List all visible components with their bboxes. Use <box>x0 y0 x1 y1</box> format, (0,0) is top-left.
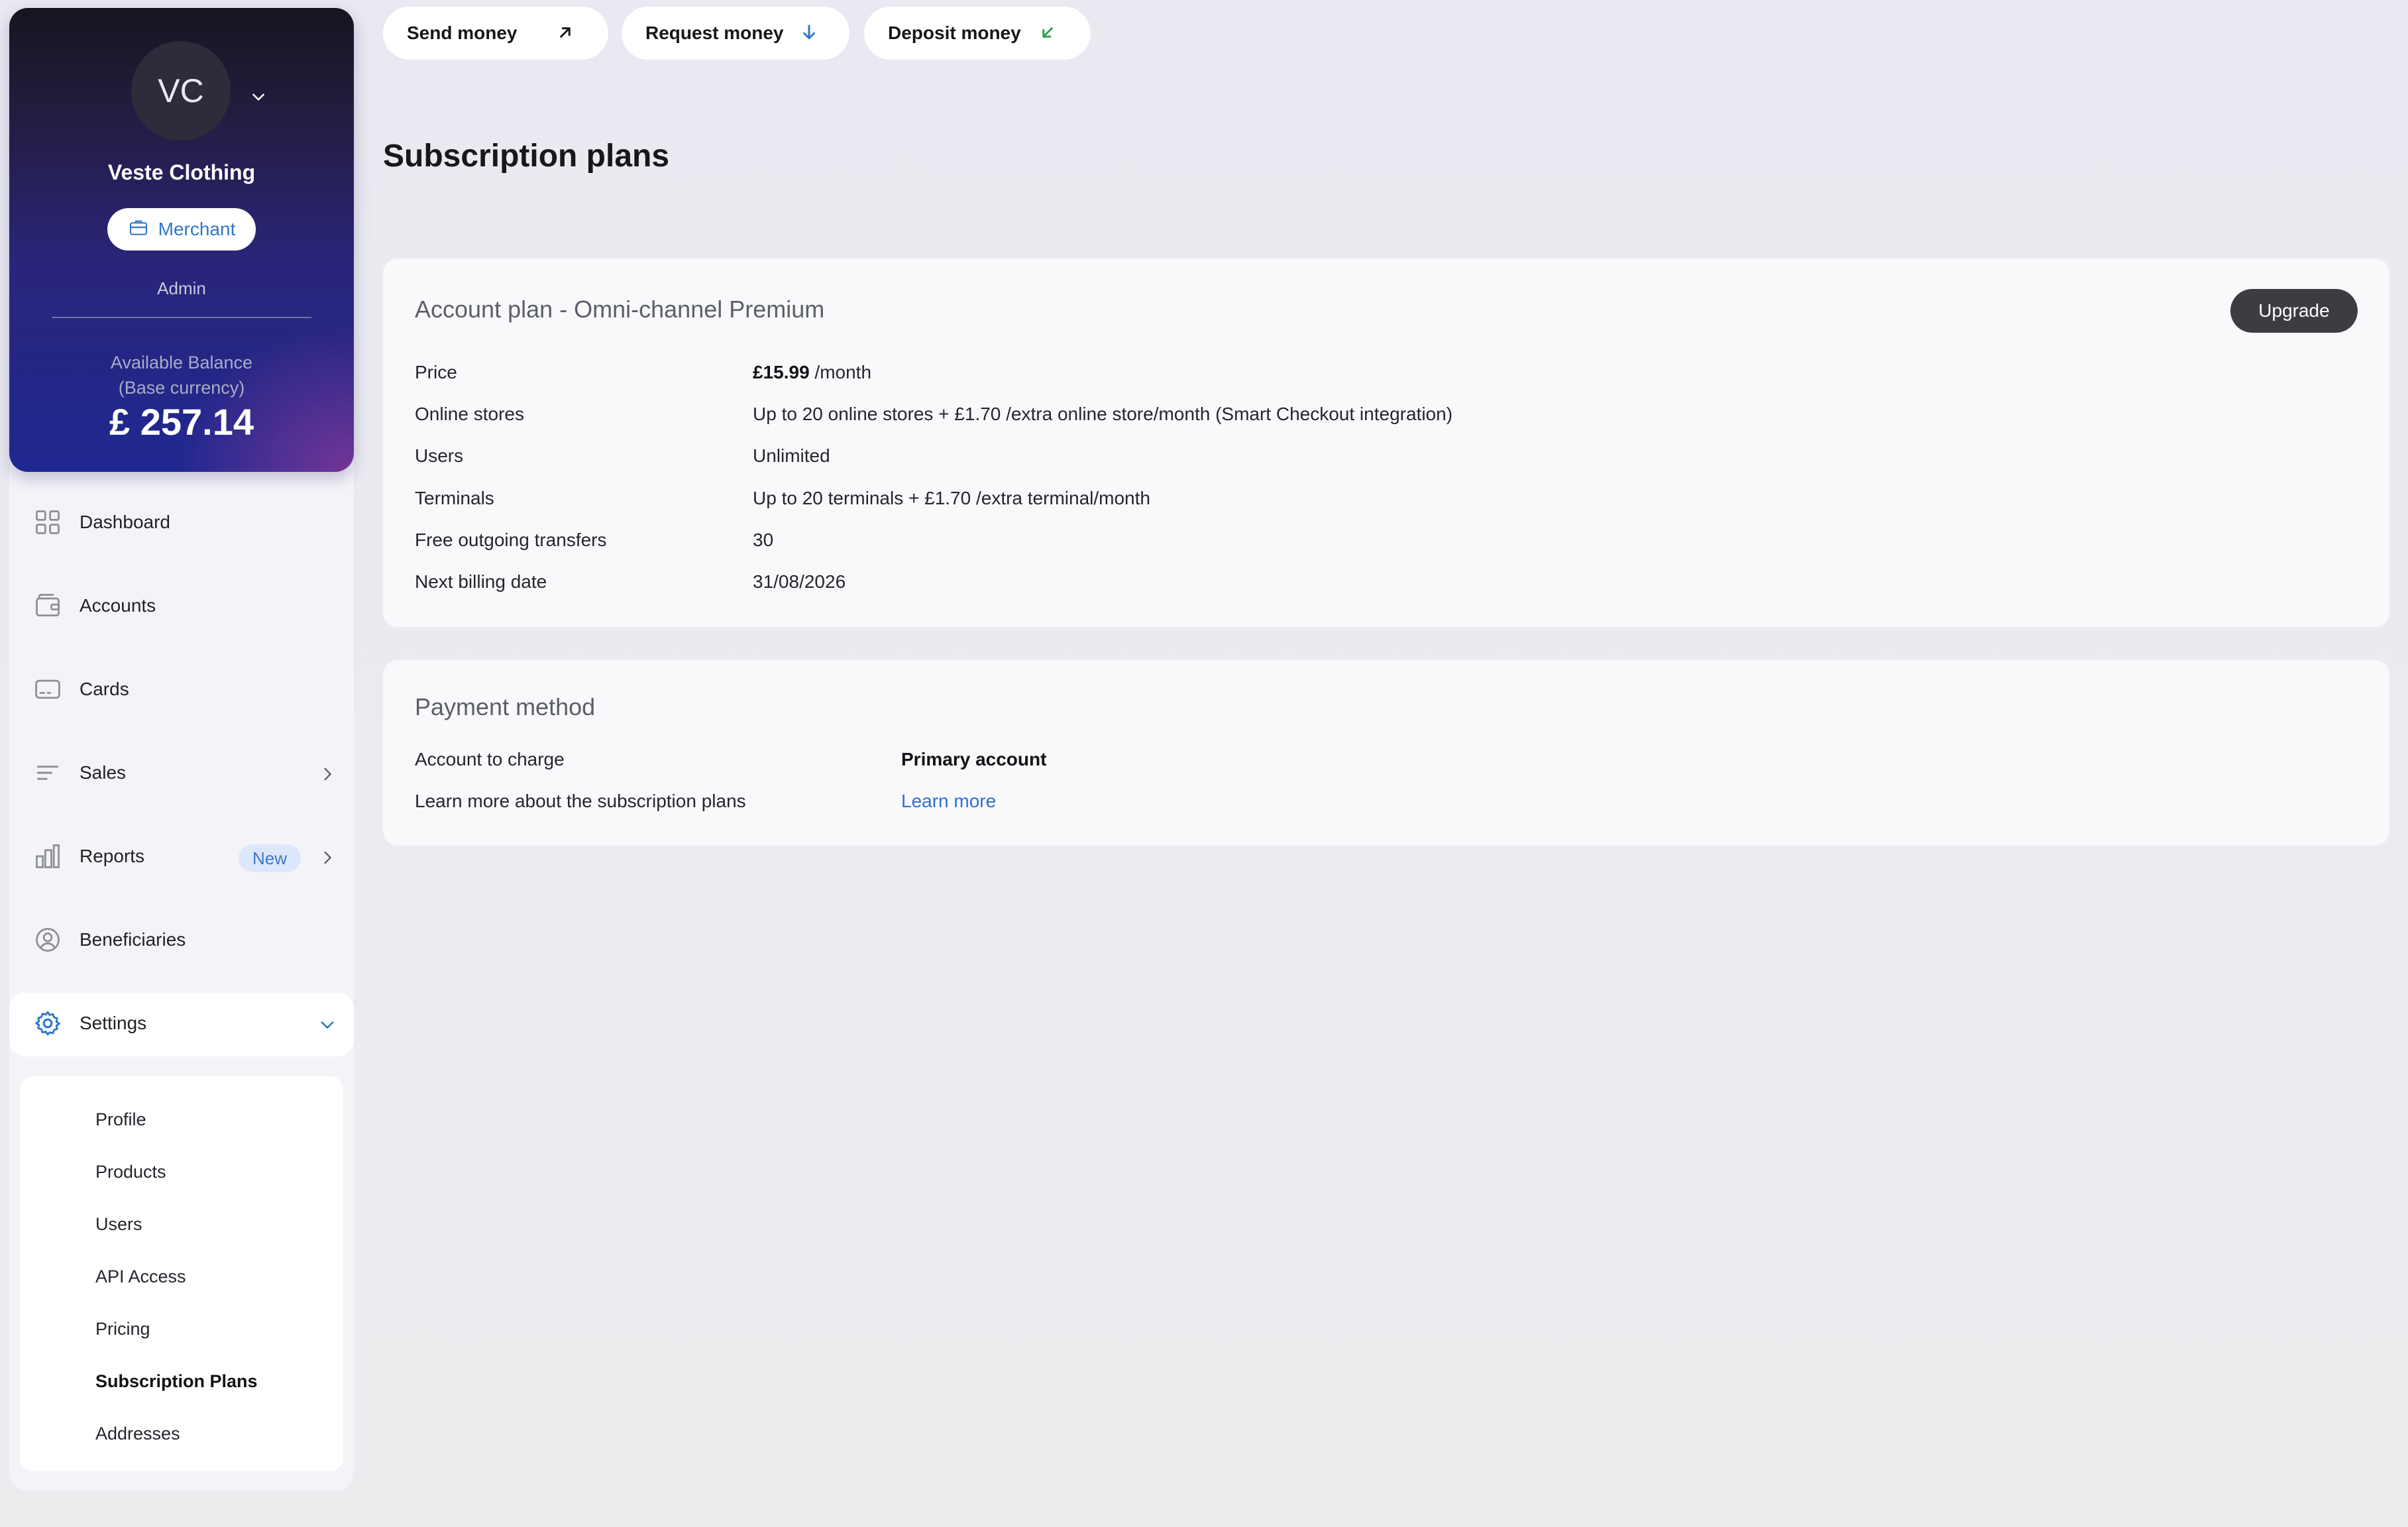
balance-amount: £ 257.14 <box>109 401 254 443</box>
sidebar-item-sales[interactable]: Sales <box>9 742 354 806</box>
sidebar-item-label: Cards <box>80 679 129 699</box>
wallet-icon <box>33 591 65 623</box>
upgrade-button[interactable]: Upgrade <box>2230 289 2358 333</box>
payment-row-label: Learn more about the subscription plans <box>415 791 746 811</box>
chevron-down-icon <box>318 1015 337 1034</box>
plan-row-value: Unlimited <box>753 445 830 466</box>
arrow-up-right-icon <box>555 23 576 44</box>
submenu-item-users[interactable]: Users <box>95 1214 142 1235</box>
sidebar-item-label: Accounts <box>80 595 156 616</box>
balance-label-line1: Available Balance <box>110 353 253 372</box>
submenu-item-profile[interactable]: Profile <box>95 1109 146 1130</box>
sidebar-item-dashboard[interactable]: Dashboard <box>9 492 354 555</box>
submenu-item-addresses[interactable]: Addresses <box>95 1424 180 1444</box>
plan-row-value: 31/08/2026 <box>753 571 846 592</box>
send-money-label: Send money <box>407 23 518 43</box>
deposit-money-button[interactable]: Deposit money <box>864 7 1091 60</box>
app-root: VC Veste Clothing Merchant Admin Availab… <box>0 0 2408 1527</box>
submenu-item-api-access[interactable]: API Access <box>95 1267 186 1287</box>
sidebar-item-label: Beneficiaries <box>80 929 186 950</box>
sidebar-item-label: Settings <box>80 1013 147 1033</box>
divider <box>52 317 311 318</box>
merchant-badge[interactable]: Merchant <box>107 208 256 251</box>
sidebar-item-label: Sales <box>80 762 127 783</box>
bar-chart-icon <box>33 842 65 874</box>
payment-method-panel: Payment method Account to charge Primary… <box>383 660 2389 846</box>
plan-row-label: Next billing date <box>415 571 547 592</box>
lines-icon <box>33 758 65 790</box>
send-money-button[interactable]: Send money <box>383 7 608 60</box>
balance-label-line2: (Base currency) <box>118 378 245 398</box>
payment-row-label: Account to charge <box>415 749 565 769</box>
account-plan-panel: Account plan - Omni-channel Premium Upgr… <box>383 258 2389 627</box>
avatar[interactable]: VC <box>131 41 231 141</box>
card-icon <box>33 675 65 707</box>
chevron-right-icon <box>318 765 337 783</box>
submenu-item-pricing[interactable]: Pricing <box>95 1319 150 1339</box>
sidebar-item-cards[interactable]: Cards <box>9 659 354 722</box>
plan-row-label: Users <box>415 445 464 466</box>
user-circle-icon <box>33 925 65 957</box>
arrow-down-icon <box>799 23 820 44</box>
account-to-charge-value: Primary account <box>901 749 1047 769</box>
plan-row-label: Online stores <box>415 404 524 424</box>
sidebar-item-settings[interactable]: Settings <box>9 993 354 1056</box>
chevron-down-icon[interactable] <box>246 85 270 109</box>
gear-icon <box>33 1009 65 1041</box>
balance-label: Available Balance (Base currency) <box>9 350 354 400</box>
deposit-money-label: Deposit money <box>888 23 1021 43</box>
arrow-down-left-icon <box>1038 23 1059 44</box>
merchant-label: Merchant <box>158 219 236 239</box>
plan-row-value: £15.99 /month <box>753 362 871 383</box>
plan-row-value: 30 <box>753 530 774 550</box>
sidebar: VC Veste Clothing Merchant Admin Availab… <box>9 8 354 1491</box>
submenu-item-subscription-plans[interactable]: Subscription Plans <box>95 1371 258 1392</box>
payment-row-value: Primary account <box>901 749 1046 770</box>
profile-card: VC Veste Clothing Merchant Admin Availab… <box>9 8 354 472</box>
plan-row-label: Terminals <box>415 488 494 508</box>
sidebar-item-reports[interactable]: Reports New <box>9 826 354 889</box>
sidebar-item-accounts[interactable]: Accounts <box>9 575 354 639</box>
avatar-initials: VC <box>158 72 204 109</box>
briefcase-icon <box>128 217 149 243</box>
price-period: /month <box>809 362 872 382</box>
request-money-button[interactable]: Request money <box>622 7 849 60</box>
sidebar-item-label: Dashboard <box>80 512 170 532</box>
company-name: Veste Clothing <box>107 160 256 184</box>
plan-row-label: Price <box>415 362 457 382</box>
account-plan-title: Account plan - Omni-channel Premium <box>415 296 825 323</box>
sidebar-item-beneficiaries[interactable]: Beneficiaries <box>9 909 354 973</box>
sidebar-item-label: Reports <box>80 846 145 866</box>
payment-method-title: Payment method <box>415 693 596 720</box>
plan-row-value: Up to 20 online stores + £1.70 /extra on… <box>753 404 1453 424</box>
settings-submenu: Profile Products Users API Access Pricin… <box>20 1076 343 1471</box>
chevron-right-icon <box>318 848 337 867</box>
plan-row-value: Up to 20 terminals + £1.70 /extra termin… <box>753 488 1150 508</box>
submenu-item-products[interactable]: Products <box>95 1162 166 1182</box>
plan-row-label: Free outgoing transfers <box>415 530 607 550</box>
user-role: Admin <box>157 278 206 298</box>
request-money-label: Request money <box>645 23 784 43</box>
learn-more-link[interactable]: Learn more <box>901 791 996 812</box>
grid-icon <box>33 508 65 539</box>
page-title: Subscription plans <box>383 139 670 174</box>
price-amount: £15.99 <box>753 362 810 382</box>
new-badge: New <box>239 844 301 872</box>
